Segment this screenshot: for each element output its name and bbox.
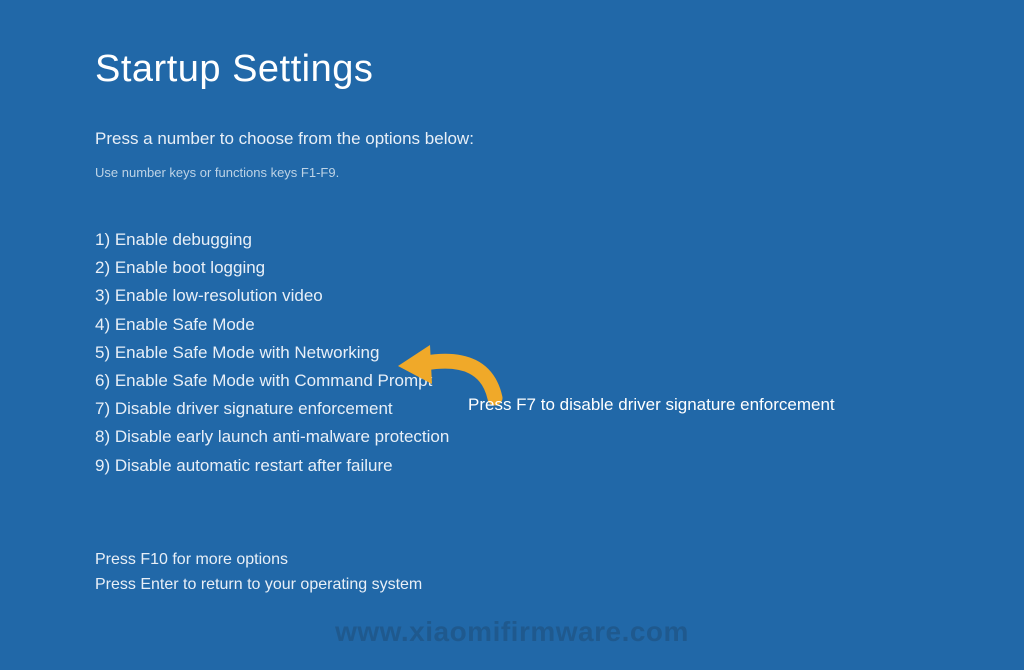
- footer-more-options: Press F10 for more options: [95, 547, 929, 573]
- option-2[interactable]: 2) Enable boot logging: [95, 254, 929, 281]
- option-4[interactable]: 4) Enable Safe Mode: [95, 311, 929, 338]
- annotation-text: Press F7 to disable driver signature enf…: [468, 395, 835, 415]
- watermark: www.xiaomifirmware.com: [335, 616, 689, 648]
- option-8[interactable]: 8) Disable early launch anti-malware pro…: [95, 423, 929, 450]
- option-3[interactable]: 3) Enable low-resolution video: [95, 282, 929, 309]
- option-5[interactable]: 5) Enable Safe Mode with Networking: [95, 339, 929, 366]
- page-title: Startup Settings: [95, 48, 929, 91]
- footer: Press F10 for more options Press Enter t…: [95, 547, 929, 598]
- startup-settings-screen: Startup Settings Press a number to choos…: [0, 0, 1024, 598]
- footer-return: Press Enter to return to your operating …: [95, 572, 929, 598]
- instruction-text: Press a number to choose from the option…: [95, 129, 929, 149]
- option-6[interactable]: 6) Enable Safe Mode with Command Prompt: [95, 367, 929, 394]
- hint-text: Use number keys or functions keys F1-F9.: [95, 165, 929, 180]
- option-1[interactable]: 1) Enable debugging: [95, 226, 929, 253]
- option-9[interactable]: 9) Disable automatic restart after failu…: [95, 452, 929, 479]
- options-list: 1) Enable debugging 2) Enable boot loggi…: [95, 226, 929, 479]
